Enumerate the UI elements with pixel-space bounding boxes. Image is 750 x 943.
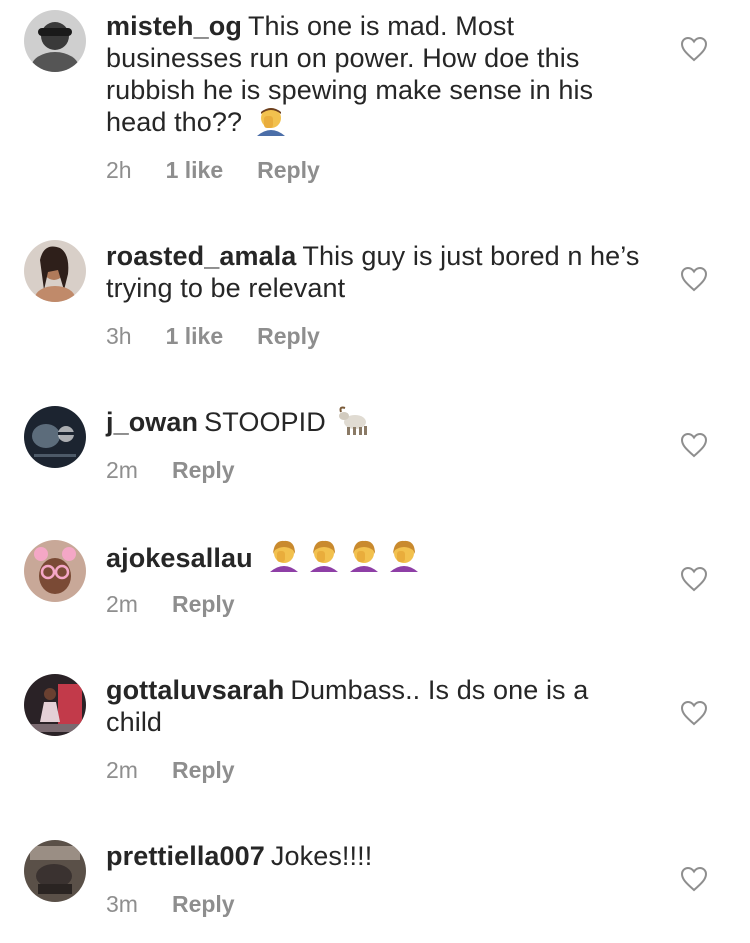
facepalm-man-emoji-icon — [254, 106, 288, 143]
reply-button[interactable]: Reply — [172, 456, 235, 484]
like-heart-icon[interactable] — [680, 266, 708, 292]
reply-button[interactable]: Reply — [257, 156, 320, 184]
goat-emoji-icon — [337, 406, 371, 443]
comment-item: j_owan STOOPID 2m Reply — [0, 396, 750, 506]
comment-meta: 3h 1 like Reply — [106, 322, 320, 350]
comment-username[interactable]: ajokesallau — [106, 543, 253, 573]
comment-username[interactable]: prettiella007 — [106, 841, 265, 871]
avatar[interactable] — [24, 840, 86, 902]
comment-item: ajokesallau 2m Reply — [0, 530, 750, 640]
comment-time: 2m — [106, 591, 138, 617]
reply-button[interactable]: Reply — [257, 322, 320, 350]
comment-text: roasted_amala This guy is just bored n he… — [106, 240, 646, 304]
comment-time: 3h — [106, 323, 132, 349]
comment-meta: 2m Reply — [106, 590, 235, 618]
comment-text: j_owan STOOPID — [106, 406, 646, 443]
comment-meta: 2m Reply — [106, 456, 235, 484]
comment-body: Jokes!!!! — [270, 841, 373, 871]
like-heart-icon[interactable] — [680, 700, 708, 726]
comment-likes[interactable]: 1 like — [166, 156, 224, 184]
facepalm-woman-emoji-icon — [266, 540, 422, 579]
comment-time: 2m — [106, 757, 138, 783]
comment-item: gottaluvsarah Dumbass.. Is ds one is a ch… — [0, 664, 750, 804]
comment-text: ajokesallau — [106, 540, 646, 579]
comment-body: STOOPID — [204, 407, 326, 437]
comment-username[interactable]: misteh_og — [106, 11, 242, 41]
comment-time: 3m — [106, 891, 138, 917]
avatar[interactable] — [24, 406, 86, 468]
comment-item: roasted_amala This guy is just bored n he… — [0, 230, 750, 370]
comment-meta: 3m Reply — [106, 890, 235, 918]
comment-meta: 2h 1 like Reply — [106, 156, 320, 184]
like-heart-icon[interactable] — [680, 566, 708, 592]
comment-username[interactable]: j_owan — [106, 407, 198, 437]
comment-item: prettiella007 Jokes!!!! 3m Reply — [0, 830, 750, 940]
comment-text: gottaluvsarah Dumbass.. Is ds one is a ch… — [106, 674, 646, 738]
like-heart-icon[interactable] — [680, 866, 708, 892]
avatar[interactable] — [24, 540, 86, 602]
comment-text: misteh_og This one is mad. Most businesse… — [106, 10, 646, 143]
comment-username[interactable]: roasted_amala — [106, 241, 296, 271]
comment-text: prettiella007 Jokes!!!! — [106, 840, 646, 872]
comment-item: misteh_og This one is mad. Most businesse… — [0, 0, 750, 200]
reply-button[interactable]: Reply — [172, 890, 235, 918]
reply-button[interactable]: Reply — [172, 590, 235, 618]
like-heart-icon[interactable] — [680, 36, 708, 62]
comment-likes[interactable]: 1 like — [166, 322, 224, 350]
avatar[interactable] — [24, 10, 86, 72]
comment-time: 2m — [106, 457, 138, 483]
avatar[interactable] — [24, 240, 86, 302]
avatar[interactable] — [24, 674, 86, 736]
reply-button[interactable]: Reply — [172, 756, 235, 784]
comment-time: 2h — [106, 157, 132, 183]
comment-username[interactable]: gottaluvsarah — [106, 675, 284, 705]
like-heart-icon[interactable] — [680, 432, 708, 458]
comment-meta: 2m Reply — [106, 756, 235, 784]
